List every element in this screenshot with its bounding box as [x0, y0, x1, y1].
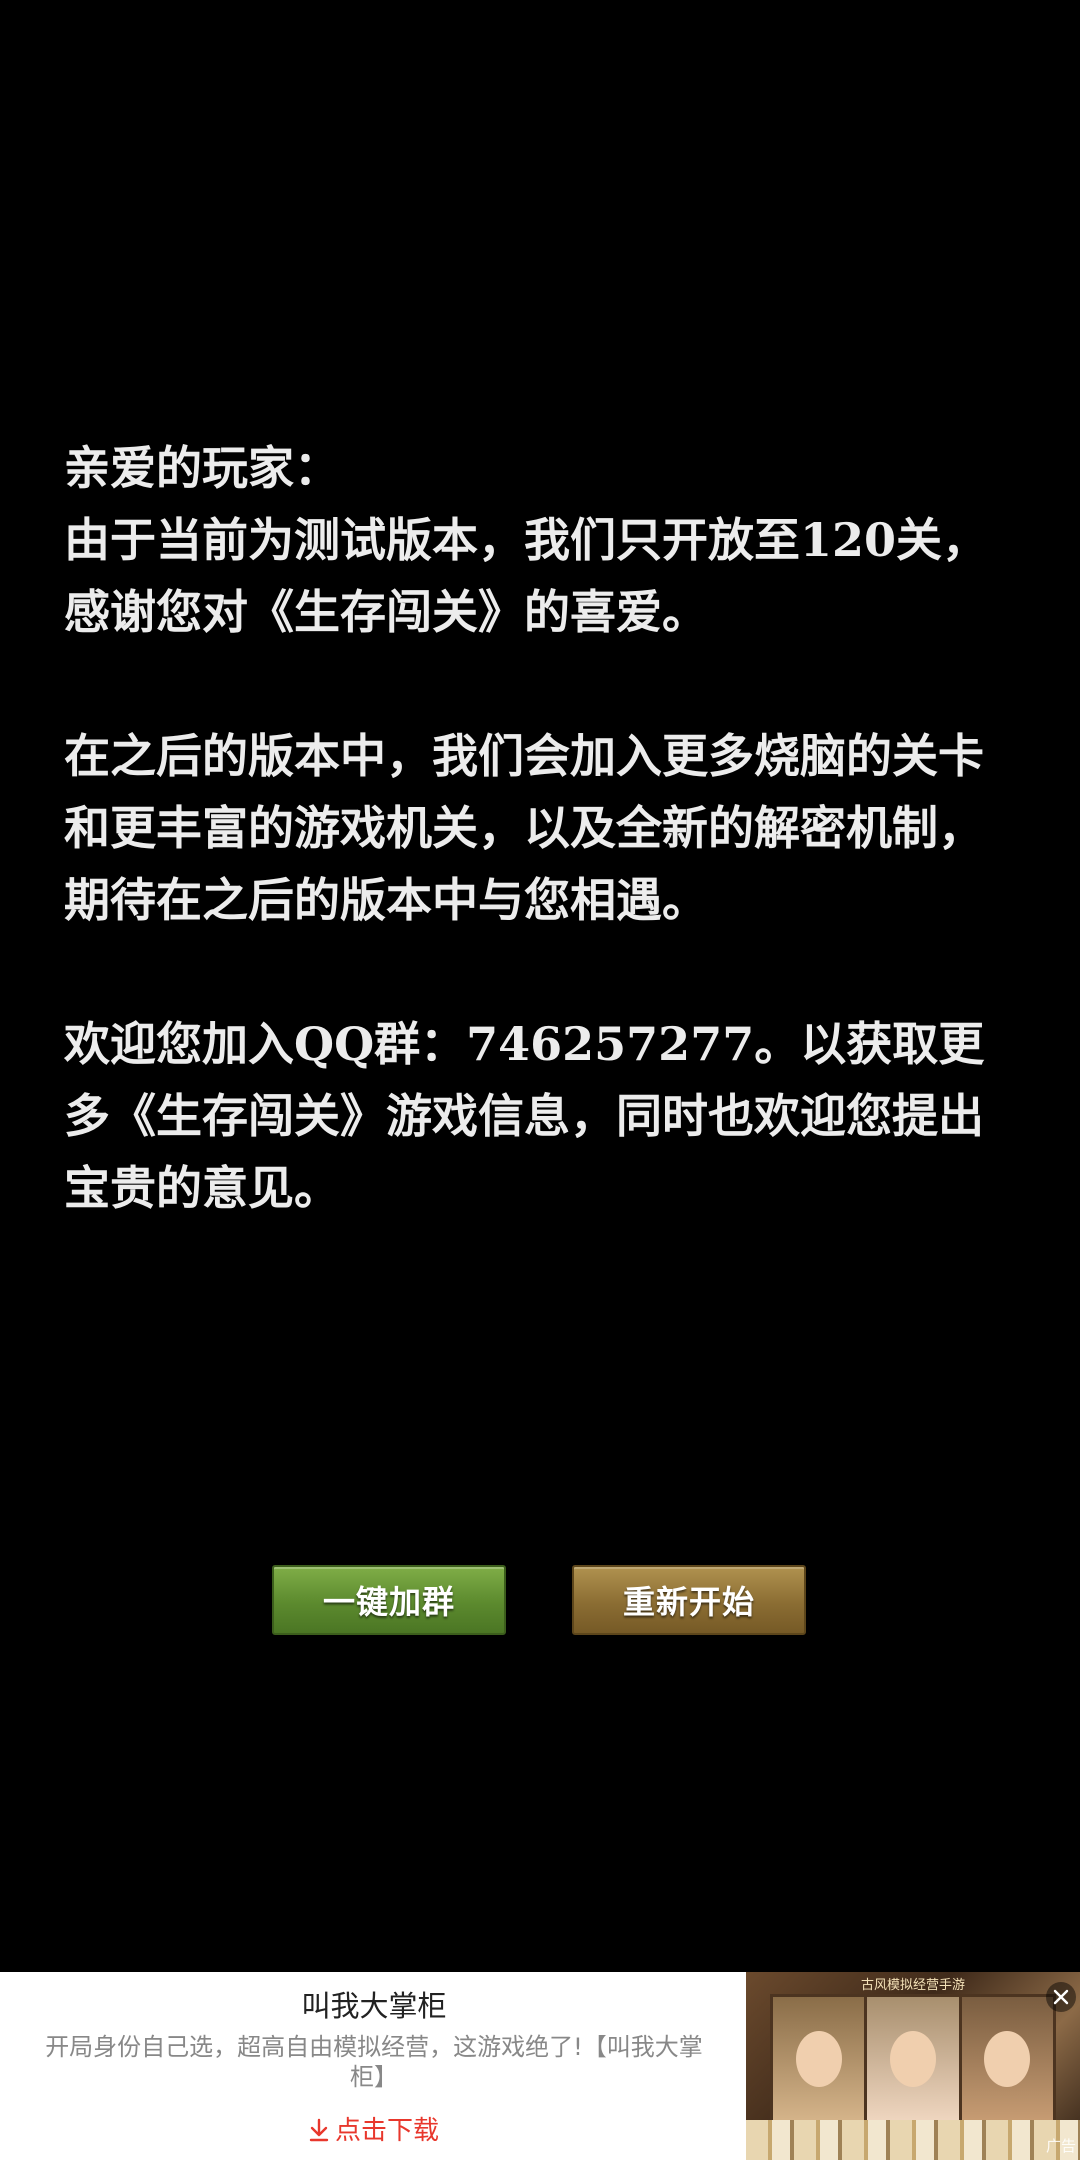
ad-thumbnail-caption: 古风模拟经营手游	[860, 1978, 965, 1993]
character-face	[795, 2031, 842, 2087]
character-face	[984, 2031, 1031, 2087]
restart-button[interactable]: 重新开始	[572, 1565, 806, 1635]
ad-thumbnail-panel	[867, 1997, 962, 2121]
message-paragraph-test-version: 由于当前为测试版本，我们只开放至120关，感谢您对《生存闯关》的喜爱。	[64, 513, 989, 639]
ad-title: 叫我大掌柜	[301, 1989, 447, 2023]
ad-thumbnail-panel	[773, 1997, 868, 2121]
end-message: 亲爱的玩家： 由于当前为测试版本，我们只开放至120关，感谢您对《生存闯关》的喜…	[64, 432, 1024, 1296]
ad-close-button[interactable]	[1046, 1982, 1076, 2012]
ad-text-block[interactable]: 叫我大掌柜 开局身份自己选，超高自由模拟经营，这游戏绝了!【叫我大掌柜】 点击下…	[24, 1972, 724, 2160]
ad-description: 开局身份自己选，超高自由模拟经营，这游戏绝了!【叫我大掌柜】	[45, 2033, 703, 2091]
ad-thumbnail-panel	[961, 1997, 1053, 2121]
join-group-button[interactable]: 一键加群	[272, 1565, 506, 1635]
ad-thumbnail[interactable]: 古风模拟经营手游 广告	[746, 1972, 1080, 2160]
close-icon	[1053, 1989, 1069, 2005]
ad-thumbnail-crowd	[746, 2120, 1080, 2160]
ad-download-label: 点击下载	[334, 2116, 439, 2146]
ad-thumbnail-frame	[770, 1994, 1056, 2124]
character-face	[889, 2031, 936, 2087]
greeting: 亲爱的玩家：	[64, 441, 340, 495]
ad-banner[interactable]: 叫我大掌柜 开局身份自己选，超高自由模拟经营，这游戏绝了!【叫我大掌柜】 点击下…	[0, 1972, 1080, 2160]
ad-download-link[interactable]: 点击下载	[24, 2114, 724, 2148]
message-paragraph-qq-group: 欢迎您加入QQ群：746257277。以获取更多《生存闯关》游戏信息，同时也欢迎…	[64, 1017, 985, 1215]
ad-badge: 广告	[1045, 2137, 1076, 2155]
download-icon	[309, 2118, 329, 2142]
message-paragraph-future-versions: 在之后的版本中，我们会加入更多烧脑的关卡和更丰富的游戏机关，以及全新的解密机制，…	[64, 729, 984, 927]
